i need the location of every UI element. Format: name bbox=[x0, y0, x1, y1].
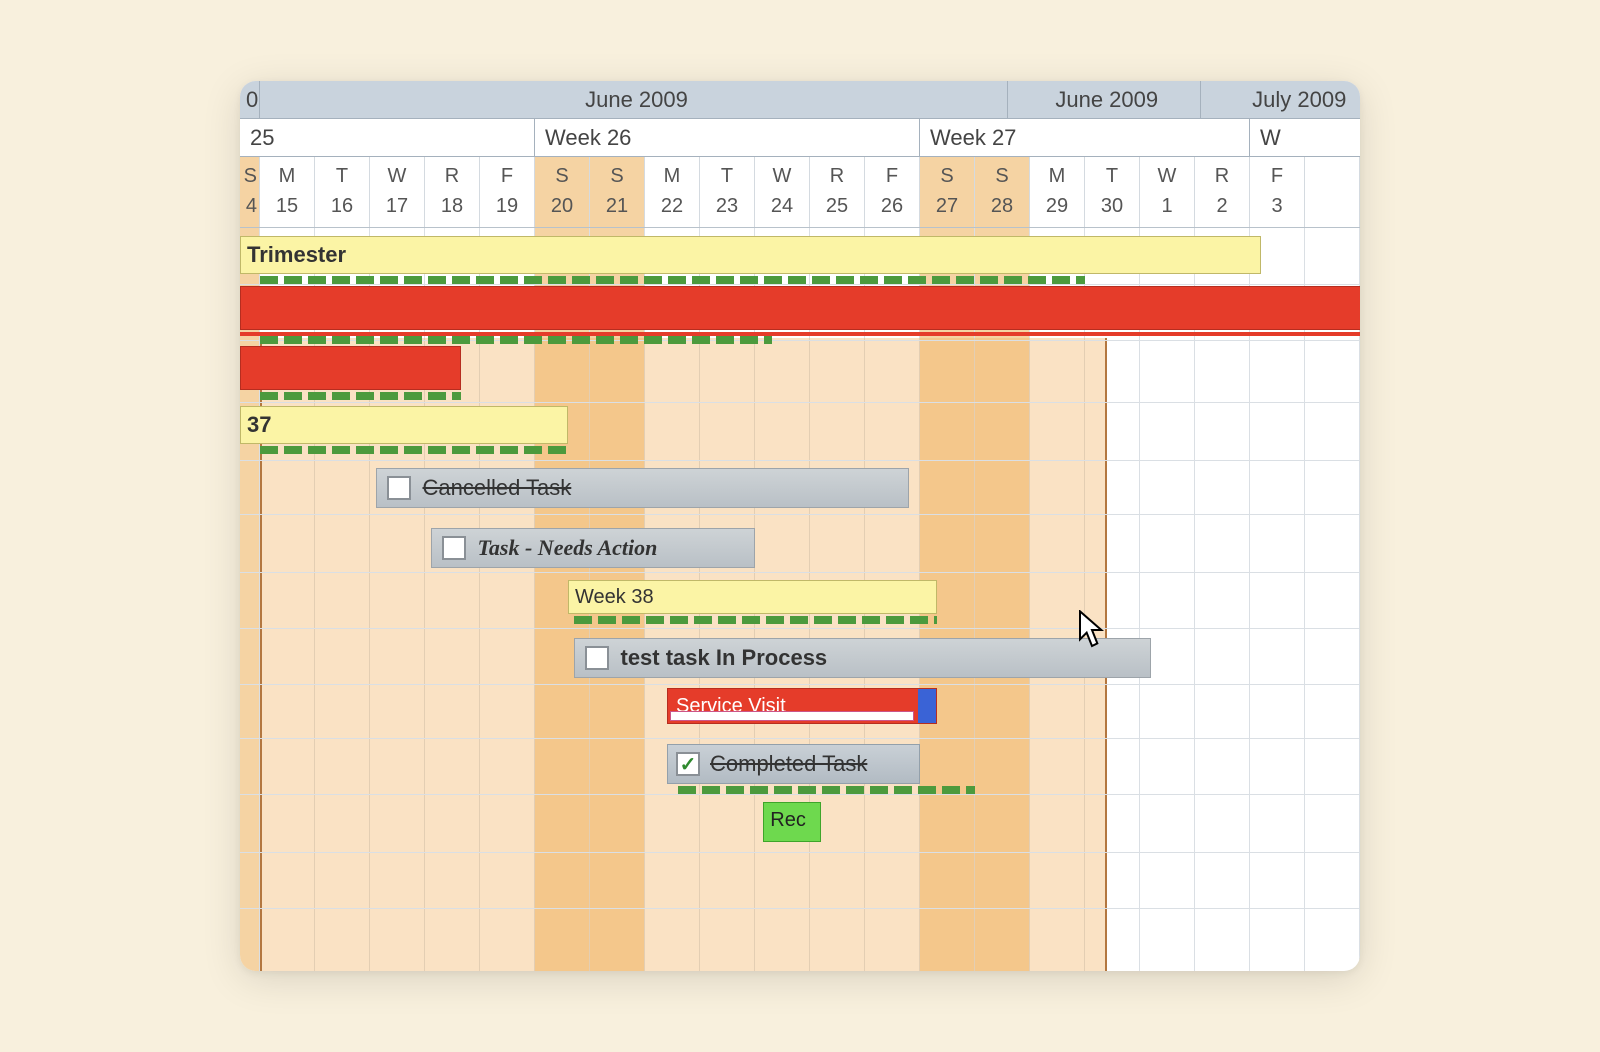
grid-column bbox=[1030, 228, 1085, 971]
summary-bar-label: Trimester bbox=[247, 242, 346, 268]
grid-column bbox=[1085, 228, 1140, 971]
progress-dashed-line bbox=[260, 336, 772, 344]
header-day-cell[interactable]: W24 bbox=[755, 157, 810, 227]
gantt-body[interactable]: Trimester 37 Cancelled Task Task - Needs… bbox=[240, 228, 1360, 971]
grid-column bbox=[1250, 228, 1305, 971]
event-bar-service-visit[interactable]: Service Visit bbox=[667, 688, 937, 724]
header-months-row: 009June 2009June 2009July 2009 bbox=[240, 81, 1360, 119]
task-bar-cancelled[interactable]: Cancelled Task bbox=[376, 468, 910, 508]
event-bar-rec[interactable]: Rec bbox=[763, 802, 821, 842]
header-week-cell[interactable]: Week 27 bbox=[920, 119, 1250, 156]
header-day-cell[interactable]: T30 bbox=[1085, 157, 1140, 227]
summary-bar-week38[interactable]: Week 38 bbox=[568, 580, 937, 614]
header-day-cell[interactable] bbox=[1305, 157, 1360, 227]
task-checkbox-checked[interactable] bbox=[676, 752, 700, 776]
progress-dashed-line bbox=[260, 392, 461, 400]
header-day-cell[interactable]: S21 bbox=[590, 157, 645, 227]
progress-dashed-line bbox=[678, 786, 975, 794]
header-day-cell[interactable]: R2 bbox=[1195, 157, 1250, 227]
task-checkbox[interactable] bbox=[442, 536, 466, 560]
grid-column bbox=[1140, 228, 1195, 971]
header-day-cell[interactable]: W17 bbox=[370, 157, 425, 227]
header-weeks-row: 25Week 26Week 27W bbox=[240, 119, 1360, 157]
task-label: test task In Process bbox=[621, 645, 828, 671]
header-day-cell[interactable]: S20 bbox=[535, 157, 590, 227]
event-bar-red-large[interactable] bbox=[240, 286, 1360, 330]
grid-column bbox=[975, 228, 1030, 971]
header-day-cell[interactable]: F19 bbox=[480, 157, 535, 227]
gantt-chart[interactable]: 009June 2009June 2009July 2009 25Week 26… bbox=[240, 81, 1360, 971]
header-day-cell[interactable]: M15 bbox=[260, 157, 315, 227]
summary-bar-label: 37 bbox=[247, 412, 271, 438]
task-checkbox[interactable] bbox=[585, 646, 609, 670]
header-month-cell[interactable]: 009 bbox=[240, 81, 260, 118]
grid-column bbox=[1195, 228, 1250, 971]
header-day-cell[interactable]: R25 bbox=[810, 157, 865, 227]
header-day-cell[interactable]: S27 bbox=[920, 157, 975, 227]
gantt-frame: 009June 2009June 2009July 2009 25Week 26… bbox=[240, 81, 1360, 971]
task-label: Cancelled Task bbox=[423, 475, 572, 501]
header-day-cell[interactable]: F26 bbox=[865, 157, 920, 227]
header-day-cell[interactable]: S28 bbox=[975, 157, 1030, 227]
header-day-cell[interactable]: S4 bbox=[240, 157, 260, 227]
event-label: Rec bbox=[770, 809, 806, 831]
task-bar-in-process[interactable]: test task In Process bbox=[574, 638, 1152, 678]
header-week-cell[interactable]: 25 bbox=[240, 119, 535, 156]
header-day-cell[interactable]: M22 bbox=[645, 157, 700, 227]
header-month-cell[interactable]: July 2009 bbox=[1201, 81, 1361, 118]
grid-column bbox=[1305, 228, 1360, 971]
task-label: Task - Needs Action bbox=[478, 535, 658, 561]
grid-column bbox=[240, 228, 260, 971]
progress-dashed-line bbox=[260, 446, 568, 454]
progress-dashed-line bbox=[260, 276, 1085, 284]
header-week-cell[interactable]: Week 26 bbox=[535, 119, 920, 156]
header-day-cell[interactable]: W1 bbox=[1140, 157, 1195, 227]
header-month-cell[interactable]: June 2009 bbox=[260, 81, 1008, 118]
event-bar-red-small[interactable] bbox=[240, 346, 461, 390]
summary-bar-week37[interactable]: 37 bbox=[240, 406, 568, 444]
progress-dashed-line bbox=[574, 616, 937, 624]
header-days-row: S4M15T16W17R18F19S20S21M22T23W24R25F26S2… bbox=[240, 157, 1360, 227]
header-day-cell[interactable]: T16 bbox=[315, 157, 370, 227]
header-week-cell[interactable]: W bbox=[1250, 119, 1360, 156]
progress-track bbox=[670, 711, 914, 721]
header-day-cell[interactable]: M29 bbox=[1030, 157, 1085, 227]
header-day-cell[interactable]: T23 bbox=[700, 157, 755, 227]
summary-bar-label: Week 38 bbox=[575, 586, 654, 609]
task-label: Completed Task bbox=[710, 751, 867, 777]
resize-handle[interactable] bbox=[919, 745, 920, 783]
header-month-cell[interactable]: June 2009 bbox=[1008, 81, 1201, 118]
header-day-cell[interactable]: F3 bbox=[1250, 157, 1305, 227]
task-checkbox[interactable] bbox=[387, 476, 411, 500]
header-day-cell[interactable]: R18 bbox=[425, 157, 480, 227]
resize-handle[interactable] bbox=[918, 689, 936, 723]
timeline-header: 009June 2009June 2009July 2009 25Week 26… bbox=[240, 81, 1360, 228]
task-bar-needs-action[interactable]: Task - Needs Action bbox=[431, 528, 756, 568]
summary-bar-trimester[interactable]: Trimester bbox=[240, 236, 1261, 274]
task-bar-completed[interactable]: Completed Task bbox=[667, 744, 920, 784]
